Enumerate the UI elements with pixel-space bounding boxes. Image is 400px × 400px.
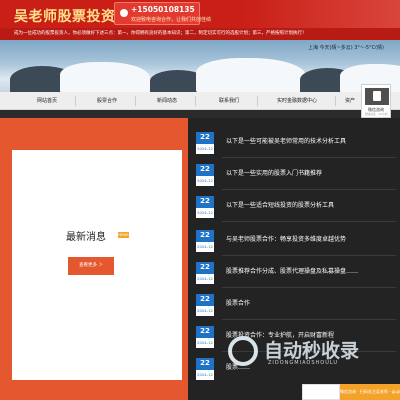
news-list-item[interactable]: 22 2024-12 以下是一些可能被吴老师常用的技术分析工具	[196, 126, 400, 158]
view-more-button[interactable]: 查看更多 ＞	[68, 257, 114, 275]
phone-icon	[120, 9, 128, 17]
news-item-title[interactable]: 以下是一些适合短线投资的股票分析工具	[226, 200, 334, 209]
date-year-month: 2024-12	[196, 274, 214, 284]
nav-divider	[75, 96, 76, 106]
phone-tagline: 欢迎致电咨询合作，让我们共创佳绩	[131, 17, 212, 23]
news-item-title[interactable]: 以下是一些可能被吴老师常用的技术分析工具	[226, 136, 346, 145]
nav-item-contact[interactable]: 联系我们	[204, 92, 254, 110]
date-day: 22	[200, 197, 210, 205]
date-badge: 22 2024-12	[196, 358, 214, 380]
date-day: 22	[200, 327, 210, 335]
date-badge: 22 2024-12	[196, 294, 214, 316]
qr-sub-label: 扫描关注 · 24小时	[364, 112, 388, 116]
nav-divider	[195, 96, 196, 106]
nav-item-news[interactable]: 新闻动态	[142, 92, 192, 110]
nav-item-home[interactable]: 网站首页	[22, 92, 72, 110]
nav-item-data-center[interactable]: 实时金融数据中心	[262, 92, 332, 110]
news-list-item[interactable]: 22 2024-12 与吴老师股票合作：畅享投资多维度卓越优势	[196, 224, 400, 256]
watermark-text: 自动秒收录	[264, 340, 360, 362]
marquee-ticker: 成为一位成功的股票投资人，你必须做好下述三点：第一，你得拥有良好的基本知识；第二…	[0, 28, 400, 40]
watermark-logo-icon	[228, 336, 258, 366]
chat-bubble-icon	[373, 91, 381, 101]
hero-banner: 上海 今天(晴~多云) 3°~-5°C(晴)	[0, 40, 400, 92]
phone-number: +15050108135	[131, 5, 195, 14]
date-day: 22	[200, 165, 210, 173]
watermark: 自动秒收录 ZIDONGMIAOSHOULU	[228, 330, 400, 370]
news-card: 最新消息 NEWS 查看更多 ＞	[12, 150, 182, 380]
date-year-month: 2024-12	[196, 338, 214, 348]
date-year-month: 2024-12	[196, 370, 214, 380]
news-list-item[interactable]: 22 2024-12 以下是一些实用的股票入门书籍推荐	[196, 158, 400, 190]
news-item-title[interactable]: 股票推荐合作分成、股票代理操盘及私募操盘……	[226, 266, 358, 275]
news-item-title[interactable]: 以下是一些实用的股票入门书籍推荐	[226, 168, 322, 177]
banner-iceberg	[60, 62, 150, 92]
date-badge: 22 2024-12	[196, 326, 214, 348]
divider	[222, 221, 396, 222]
news-badge: NEWS	[118, 232, 129, 238]
date-day: 22	[200, 231, 210, 239]
nav-divider	[135, 96, 136, 106]
weather-caption: 上海 今天(晴~多云) 3°~-5°C(晴)	[307, 45, 384, 51]
news-list-item[interactable]: 22 2024-12 股票推荐合作分成、股票代理操盘及私募操盘……	[196, 256, 400, 288]
nav-item-stock-cooperation[interactable]: 股票合作	[82, 92, 132, 110]
news-list-item[interactable]: 22 2024-12 股票合作	[196, 288, 400, 320]
qr-code-icon	[365, 88, 389, 105]
date-badge: 22 2024-12	[196, 196, 214, 218]
date-day: 22	[200, 295, 210, 303]
watermark-subtext: ZIDONGMIAOSHOULU	[268, 360, 339, 366]
news-list-item[interactable]: 22 2024-12 以下是一些适合短线投资的股票分析工具	[196, 190, 400, 222]
wechat-qr-widget[interactable]: 微信咨询 扫描关注 · 24小时	[361, 84, 391, 118]
date-day: 22	[200, 133, 210, 141]
date-year-month: 2024-12	[196, 144, 214, 154]
wechat-cta-button[interactable]: 微信咨询 · 扫码关注吴老师 · gupiao	[340, 384, 400, 400]
news-item-title[interactable]: 股票合作	[226, 298, 250, 307]
date-year-month: 2024-12	[196, 242, 214, 252]
news-heading: 最新消息	[66, 232, 106, 243]
date-badge: 22 2024-12	[196, 132, 214, 154]
date-day: 22	[200, 359, 210, 367]
cta-tab[interactable]	[302, 384, 340, 400]
date-badge: 22 2024-12	[196, 164, 214, 186]
date-badge: 22 2024-12	[196, 262, 214, 284]
date-year-month: 2024-12	[196, 306, 214, 316]
date-year-month: 2024-12	[196, 176, 214, 186]
main-nav: 网站首页 股票合作 新闻动态 联系我们 实时金融数据中心 资产	[0, 92, 400, 110]
date-day: 22	[200, 263, 210, 271]
nav-divider	[257, 96, 258, 106]
phone-contact[interactable]: +15050108135 欢迎致电咨询合作，让我们共创佳绩	[114, 2, 211, 25]
date-year-month: 2024-12	[196, 208, 214, 218]
news-item-title[interactable]: 与吴老师股票合作：畅享投资多维度卓越优势	[226, 234, 346, 243]
banner-iceberg	[196, 58, 306, 92]
date-badge: 22 2024-12	[196, 230, 214, 252]
